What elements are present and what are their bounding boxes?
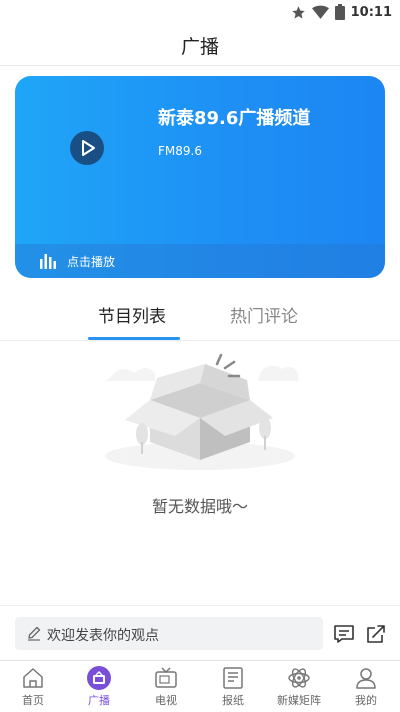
newspaper-icon <box>223 667 243 689</box>
status-bar: 10:11 <box>0 0 400 24</box>
comment-placeholder: 欢迎发表你的观点 <box>47 628 159 644</box>
user-icon <box>356 668 376 689</box>
share-icon[interactable] <box>365 624 387 644</box>
pencil-icon <box>28 626 41 641</box>
nav-item-newspaper[interactable]: 报纸 <box>200 661 266 712</box>
nav-label-tv: 电视 <box>155 694 177 707</box>
tv-icon <box>155 667 177 688</box>
comments-icon[interactable] <box>333 624 355 644</box>
nav-label-profile: 我的 <box>355 694 377 707</box>
nav-item-home[interactable]: 首页 <box>0 661 66 712</box>
star-icon <box>291 5 305 18</box>
wifi-icon <box>311 5 329 19</box>
play-strip[interactable]: 点击播放 <box>15 244 385 278</box>
new-media-icon <box>288 668 310 688</box>
status-icons: 10:11 <box>291 3 392 21</box>
comment-input[interactable]: 欢迎发表你的观点 <box>15 617 323 650</box>
empty-box-illustration <box>105 353 298 470</box>
tab-bar: 节目列表 热门评论 <box>0 290 400 341</box>
nav-label-broadcast: 广播 <box>88 694 110 707</box>
nav-item-new-media[interactable]: 新媒矩阵 <box>266 661 332 712</box>
nav-item-profile[interactable]: 我的 <box>333 661 399 712</box>
play-hint: 点击播放 <box>67 255 116 269</box>
comment-bar: 欢迎发表你的观点 <box>0 605 400 660</box>
title-bar: 广播 <box>0 24 400 66</box>
nav-item-broadcast[interactable]: 广播 <box>66 661 132 712</box>
nav-label-new-media: 新媒矩阵 <box>277 694 321 707</box>
page-title: 广播 <box>180 36 219 58</box>
nav-label-home: 首页 <box>22 694 44 707</box>
channel-frequency: FM89.6 <box>158 144 202 158</box>
play-icon <box>82 140 95 156</box>
home-icon <box>23 668 43 688</box>
player-card[interactable]: 新泰89.6广播频道 FM89.6 点击播放 <box>15 76 385 278</box>
battery-icon <box>334 4 345 20</box>
broadcast-icon <box>87 666 111 690</box>
audio-bars-icon <box>40 254 56 269</box>
status-time: 10:11 <box>350 4 392 20</box>
tab-program-list[interactable]: 节目列表 <box>98 302 166 327</box>
nav-item-tv[interactable]: 电视 <box>133 661 199 712</box>
play-button[interactable] <box>70 131 104 165</box>
bottom-nav: 首页 广播 电视 报纸 新媒矩阵 我的 <box>0 660 400 711</box>
channel-name: 新泰89.6广播频道 <box>158 108 311 129</box>
nav-label-newspaper: 报纸 <box>222 694 244 707</box>
empty-state-message: 暂无数据哦～ <box>151 497 248 516</box>
tab-hot-comments[interactable]: 热门评论 <box>230 302 298 327</box>
